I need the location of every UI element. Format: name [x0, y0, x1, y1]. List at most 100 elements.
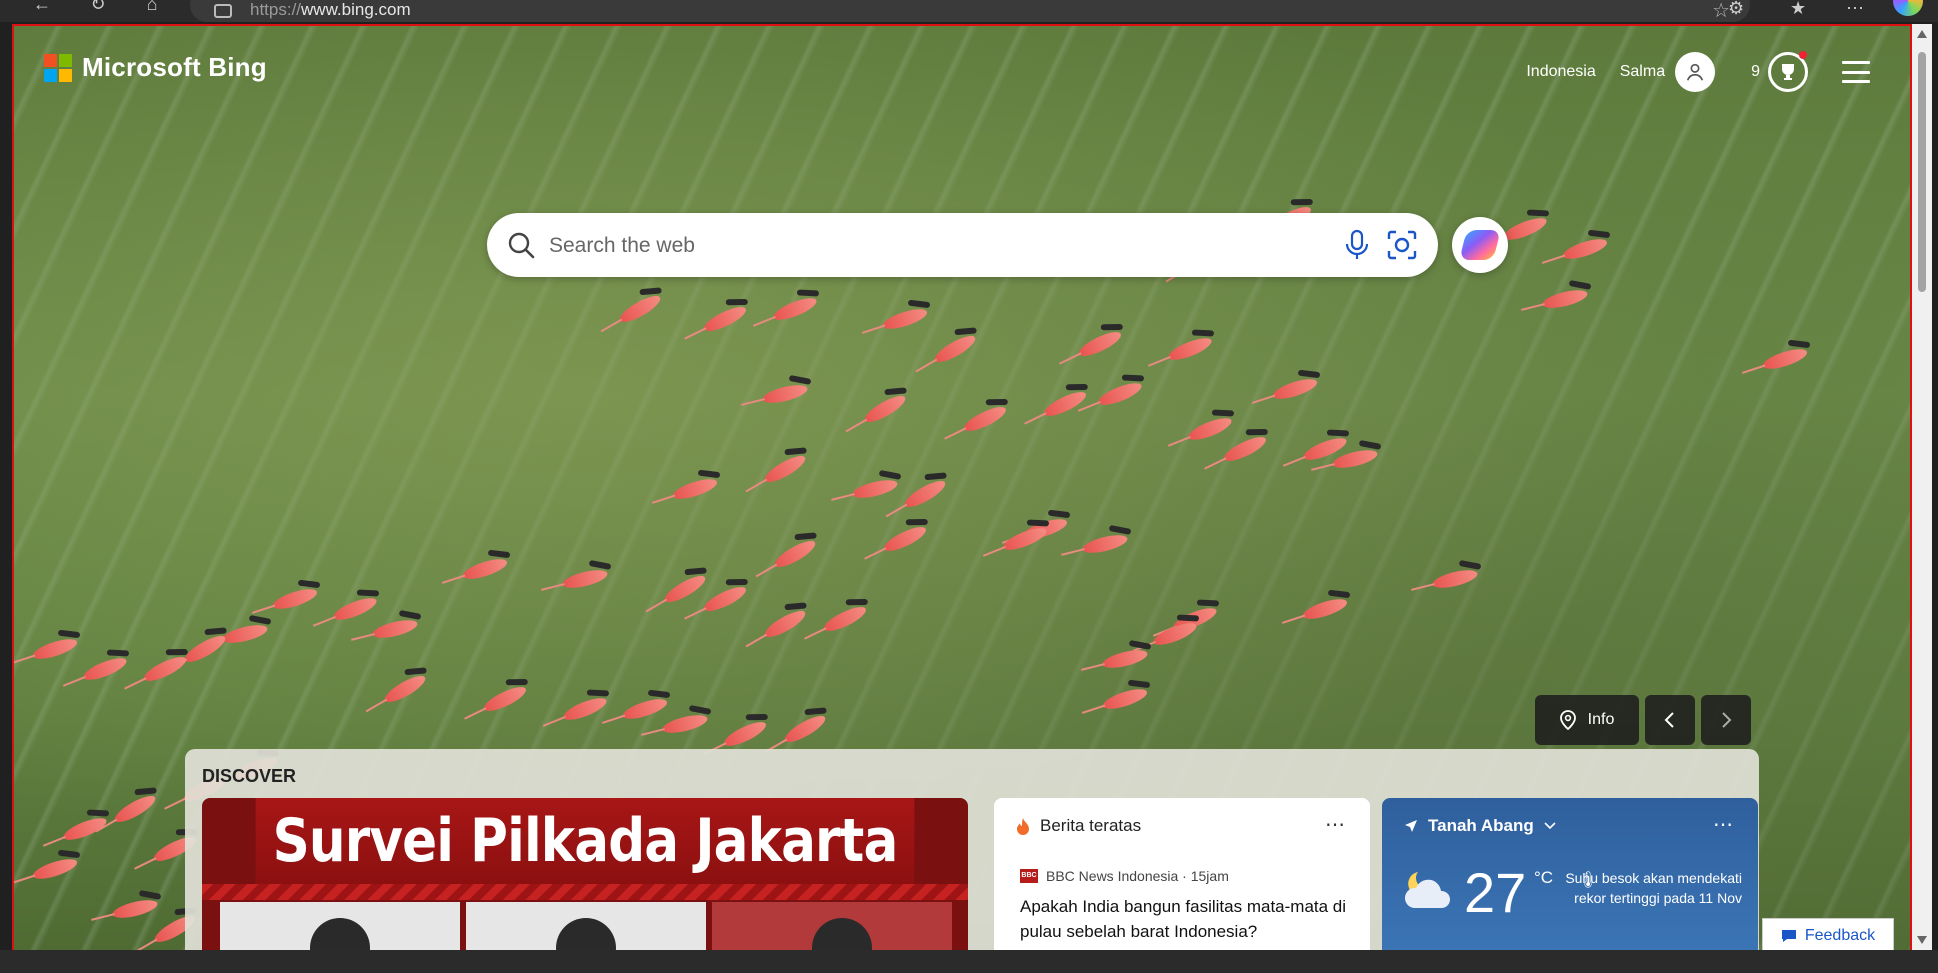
- flamingo: [1080, 531, 1130, 557]
- favorites-icon[interactable]: ★: [1790, 0, 1806, 19]
- back-icon[interactable]: ←: [30, 0, 54, 14]
- rewards-trophy-icon[interactable]: [1768, 51, 1808, 92]
- flamingo: [1540, 286, 1590, 312]
- hamburger-menu-icon[interactable]: [1842, 61, 1870, 83]
- refresh-icon[interactable]: ↻: [86, 0, 110, 14]
- flamingo: [181, 631, 229, 667]
- flamingo: [861, 391, 909, 427]
- chevron-down-icon: [1544, 822, 1556, 830]
- flamingo: [81, 653, 129, 685]
- copilot-icon: [1459, 230, 1501, 260]
- temperature-value: 27: [1464, 861, 1527, 924]
- flamingo: [781, 711, 829, 747]
- flamingo: [370, 616, 420, 642]
- flamingo: [1100, 646, 1150, 672]
- flamingo: [881, 522, 929, 556]
- microsoft-bing-logo[interactable]: Microsoft Bing: [44, 52, 267, 83]
- image-info-button[interactable]: Info: [1535, 695, 1639, 745]
- scroll-down-icon[interactable]: [1917, 936, 1927, 944]
- more-options-icon[interactable]: ⋯: [1325, 812, 1346, 837]
- flamingo: [670, 475, 720, 503]
- news-source-label: BBC News Indonesia · 15jam: [1046, 868, 1229, 884]
- home-icon[interactable]: ⌂: [140, 0, 164, 14]
- top-news-header: Berita teratas: [1016, 816, 1141, 836]
- featured-headline: Survei Pilkada Jakarta 2024: [255, 798, 915, 950]
- flamingo: [821, 602, 869, 636]
- address-url: https://www.bing.com: [250, 0, 411, 19]
- discover-panel: DISCOVER Survei Pilkada Jakarta 2024 Ber…: [185, 749, 1759, 950]
- flamingo: [1186, 413, 1234, 445]
- header-actions: Indonesia Salma 9: [1526, 50, 1870, 94]
- flamingo: [931, 331, 979, 367]
- discover-label: DISCOVER: [202, 766, 297, 786]
- flamingo: [850, 476, 900, 502]
- region-selector[interactable]: Indonesia: [1526, 63, 1595, 81]
- lock-icon: [214, 4, 232, 18]
- reward-points[interactable]: 9: [1751, 63, 1760, 81]
- featured-news-image[interactable]: Survei Pilkada Jakarta 2024: [202, 798, 968, 950]
- flamingo: [701, 582, 749, 616]
- flamingo: [761, 606, 809, 642]
- flamingo: [771, 536, 819, 572]
- weather-card[interactable]: Tanah Abang ⋯ 27 °C 🌡 Suhu besok akan me…: [1382, 798, 1758, 950]
- avatar[interactable]: [1675, 52, 1716, 92]
- more-options-icon[interactable]: ⋯: [1846, 0, 1864, 19]
- copilot-button[interactable]: [1452, 217, 1508, 273]
- notification-dot: [1799, 51, 1807, 59]
- chevron-left-icon: [1664, 712, 1674, 728]
- flame-icon: [1017, 818, 1029, 835]
- weather-note[interactable]: Suhu besok akan mendekati rekor tertingg…: [1552, 868, 1742, 908]
- search-icon: [508, 232, 535, 259]
- flamingo: [381, 671, 429, 707]
- flamingo: [1760, 345, 1810, 373]
- feedback-label: Feedback: [1804, 927, 1876, 944]
- flamingo: [620, 695, 670, 723]
- candidate-photo: [220, 902, 460, 950]
- flamingo: [1560, 235, 1610, 263]
- visual-search-icon[interactable]: [1386, 229, 1418, 261]
- flamingo: [141, 652, 189, 686]
- flamingo: [331, 593, 379, 625]
- flamingo: [760, 381, 810, 407]
- bbc-logo-icon: BBC: [1020, 869, 1038, 883]
- extensions-icon[interactable]: ⚙: [1728, 0, 1744, 19]
- feedback-button[interactable]: Feedback: [1762, 918, 1894, 954]
- more-options-icon[interactable]: ⋯: [1713, 812, 1734, 837]
- address-bar[interactable]: https://www.bing.com ☆: [190, 0, 1750, 22]
- copilot-sidebar-icon[interactable]: [1893, 0, 1923, 16]
- flamingo: [1096, 378, 1144, 410]
- microphone-icon[interactable]: [1344, 229, 1370, 261]
- decorative-banner: [202, 884, 968, 900]
- scrollbar-thumb[interactable]: [1918, 52, 1926, 292]
- weather-location[interactable]: Tanah Abang: [1404, 816, 1556, 836]
- location-arrow-icon: [1405, 820, 1417, 832]
- flamingo: [771, 293, 819, 325]
- flamingo: [1221, 432, 1269, 466]
- next-image-button[interactable]: [1701, 695, 1751, 745]
- candidate-photo: [712, 902, 952, 950]
- user-name[interactable]: Salma: [1620, 63, 1665, 81]
- microsoft-logo-icon: [44, 53, 72, 82]
- flamingo: [220, 621, 270, 647]
- previous-image-button[interactable]: [1645, 695, 1695, 745]
- feedback-icon: [1781, 930, 1796, 942]
- news-headline-link[interactable]: Apakah India bangun fasilitas mata-mata …: [1020, 894, 1350, 944]
- temperature-unit: °C: [1534, 868, 1554, 887]
- top-news-card[interactable]: Berita teratas ⋯ BBC BBC News Indonesia …: [994, 798, 1370, 950]
- flamingo: [30, 855, 80, 883]
- moon-cloud-icon: [1404, 872, 1451, 908]
- info-label: Info: [1587, 711, 1615, 728]
- flamingo: [111, 791, 159, 827]
- browser-status-bar: [0, 950, 1938, 973]
- flamingo: [701, 302, 749, 336]
- flamingo: [1076, 327, 1124, 361]
- flamingo: [1100, 685, 1150, 713]
- scroll-up-icon[interactable]: [1917, 30, 1927, 38]
- flamingo: [460, 555, 510, 583]
- user-icon: [1686, 63, 1704, 81]
- flamingo: [1430, 566, 1480, 592]
- flamingo: [481, 682, 529, 716]
- bing-homepage: Microsoft Bing Indonesia Salma 9 Info: [12, 24, 1912, 952]
- search-input[interactable]: [547, 229, 1251, 263]
- page-scrollbar[interactable]: [1912, 24, 1932, 950]
